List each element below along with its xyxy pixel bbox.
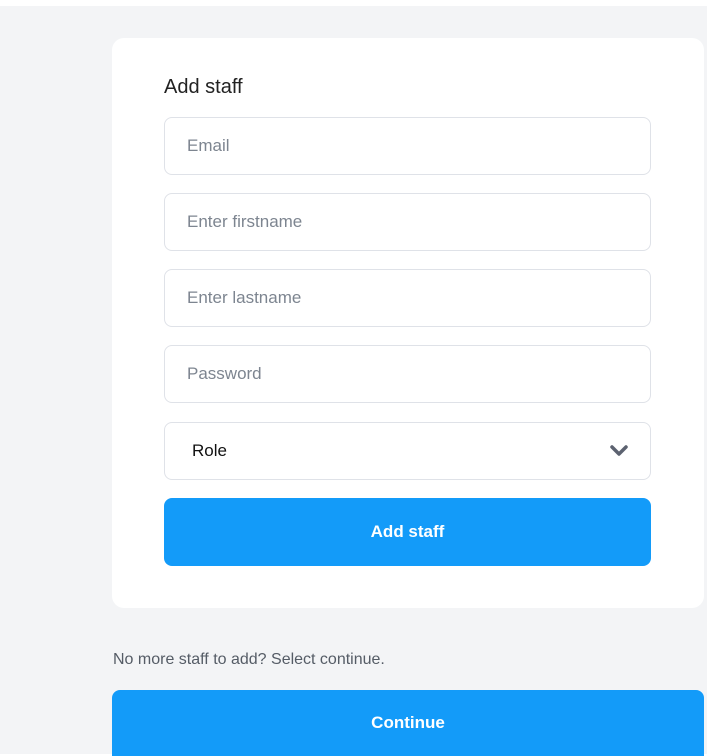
chevron-down-icon	[610, 445, 628, 457]
continue-button[interactable]: Continue	[112, 690, 704, 756]
role-select-label: Role	[192, 441, 227, 460]
firstname-input[interactable]	[164, 193, 651, 251]
card-title: Add staff	[164, 76, 243, 98]
password-input[interactable]	[164, 345, 651, 403]
email-input[interactable]	[164, 117, 651, 175]
add-staff-card: Add staff Role Add staff	[112, 38, 704, 608]
role-select[interactable]: Role	[164, 422, 651, 480]
continue-hint: No more staff to add? Select continue.	[113, 651, 385, 668]
add-staff-button[interactable]: Add staff	[164, 498, 651, 566]
lastname-input[interactable]	[164, 269, 651, 327]
